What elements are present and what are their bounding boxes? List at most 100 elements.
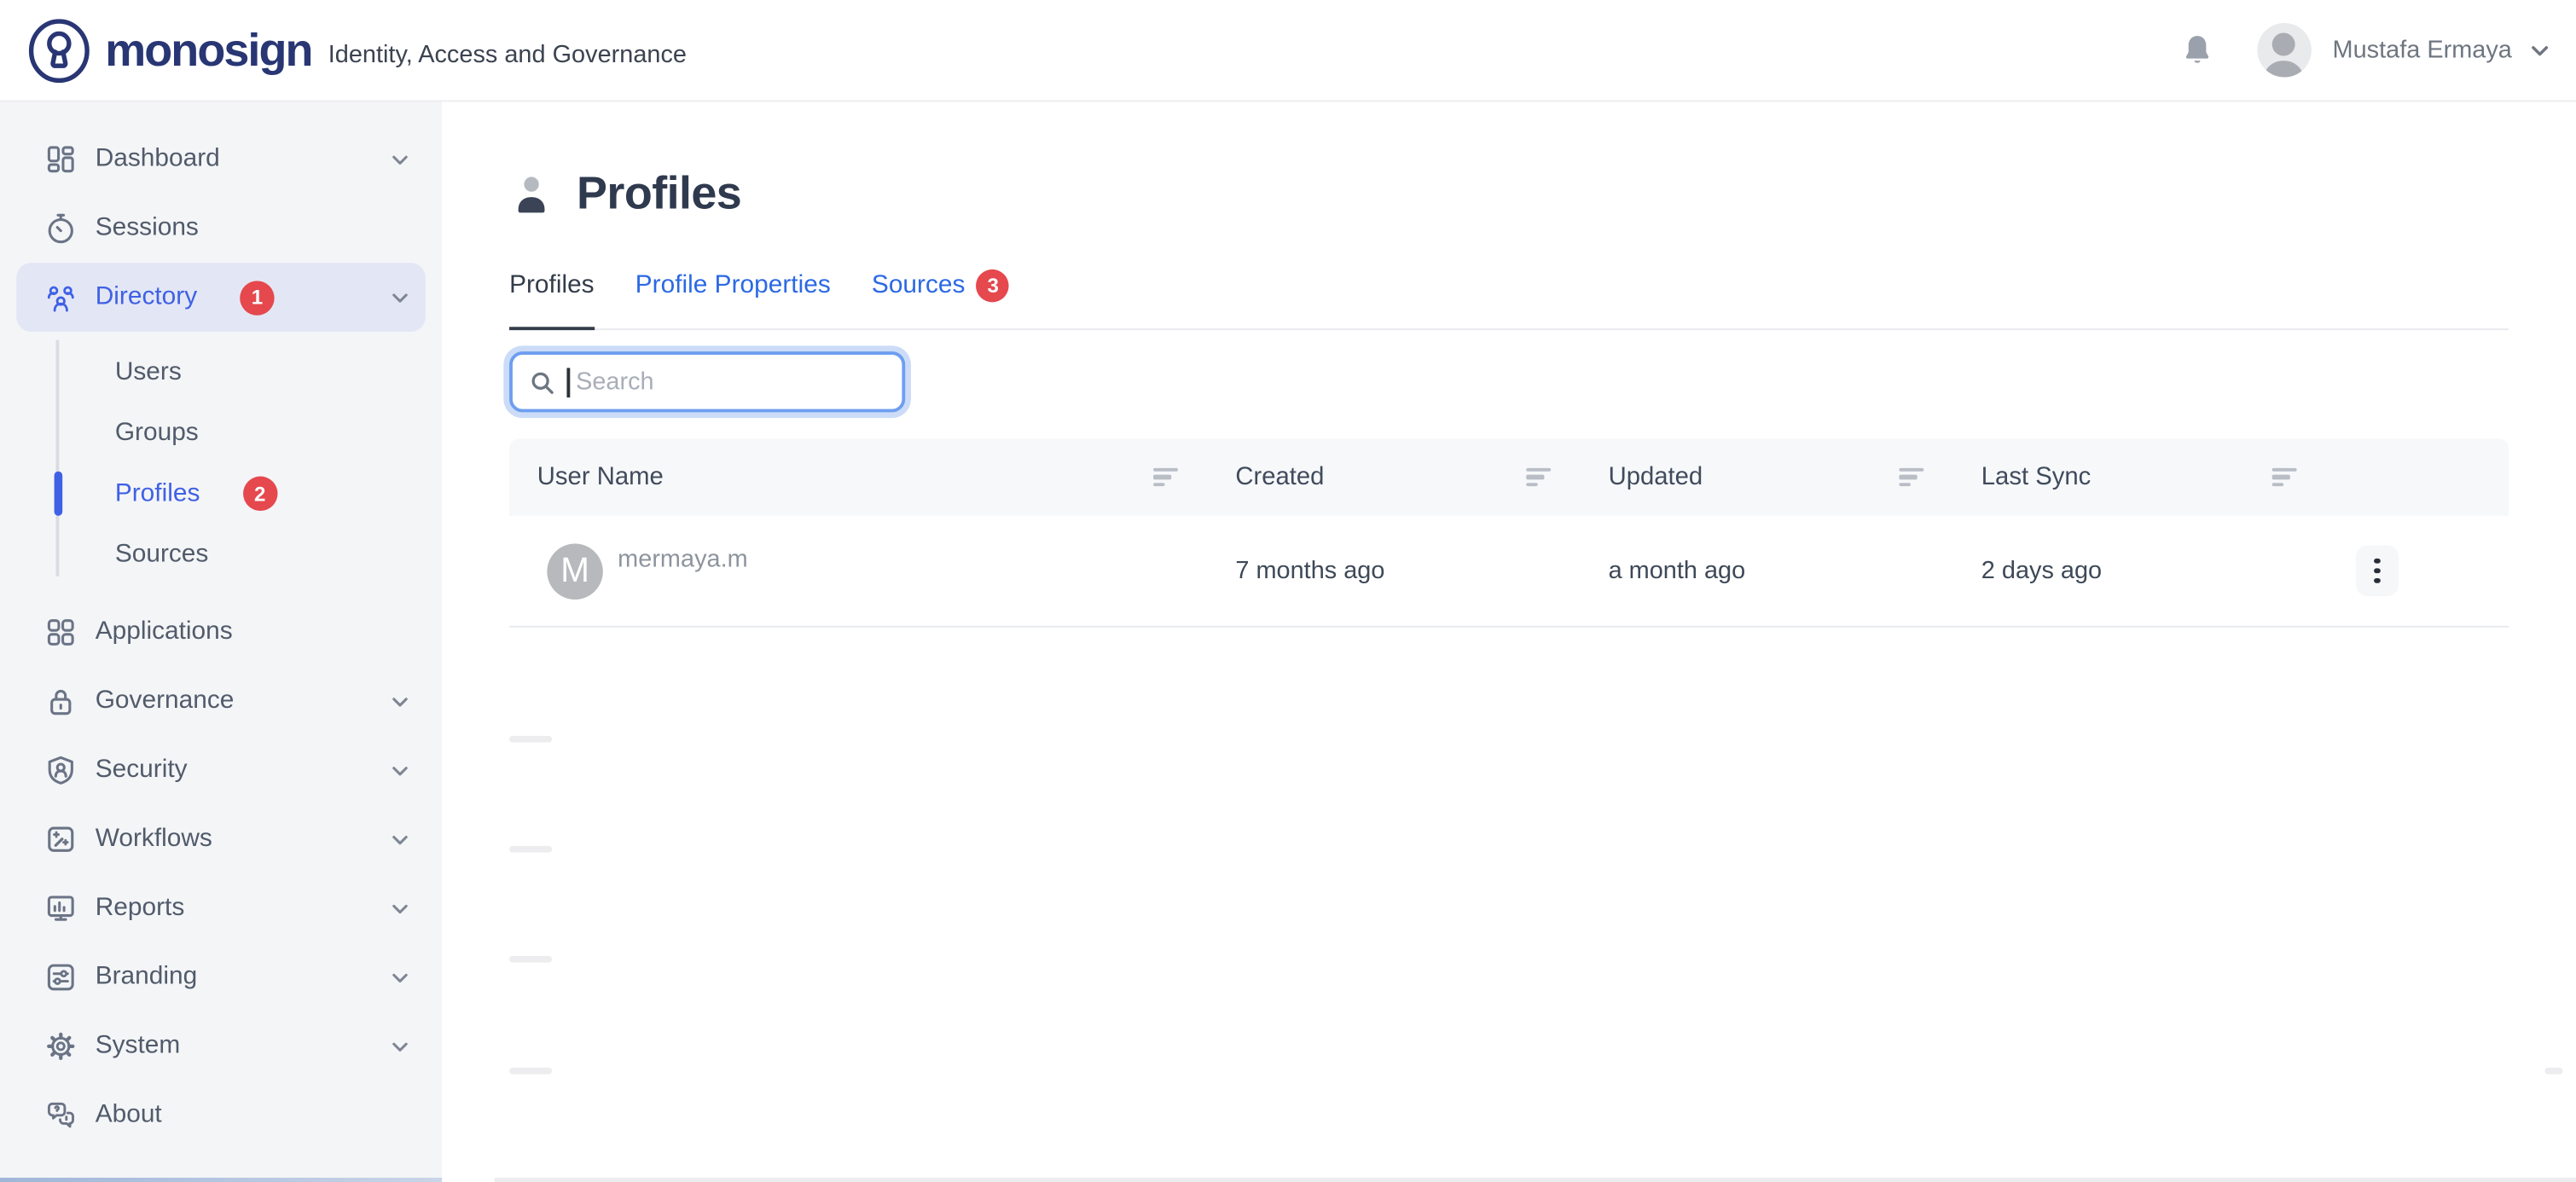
sidebar-item-label: Governance (96, 687, 235, 716)
stopwatch-icon (44, 211, 78, 245)
sidebar-item-profiles[interactable]: Profiles 2 (0, 463, 442, 524)
chevron-down-icon (388, 689, 413, 714)
bell-icon[interactable] (2179, 33, 2213, 67)
sidebar-item-label: Directory (96, 282, 197, 312)
user-avatar[interactable] (2257, 23, 2312, 78)
apps-grid-icon (44, 616, 78, 649)
sidebar-item-groups[interactable]: Groups (0, 403, 442, 463)
sidebar-item-label: About (96, 1100, 162, 1130)
sort-icon[interactable] (1526, 467, 1551, 486)
chevron-down-icon (388, 147, 413, 171)
chevron-down-icon (388, 965, 413, 990)
column-header-updated[interactable]: Updated (1572, 438, 1945, 516)
sidebar-item-label: Sources (115, 540, 209, 570)
sort-icon[interactable] (1153, 467, 1178, 486)
text-caret (566, 367, 569, 397)
sidebar-item-dashboard[interactable]: Dashboard (0, 125, 442, 194)
sort-icon[interactable] (2272, 467, 2297, 486)
created-cell: 7 months ago (1199, 516, 1572, 626)
search-icon (529, 368, 555, 395)
sources-tab-badge: 3 (977, 269, 1010, 303)
sidebar-item-system[interactable]: System (0, 1011, 442, 1081)
last-sync-cell: 2 days ago (1945, 516, 2318, 626)
chat-help-icon (44, 1099, 78, 1133)
skeleton-dash (2544, 1068, 2562, 1074)
sidebar-item-label: Users (115, 357, 182, 387)
dashboard-icon (44, 143, 78, 177)
active-submenu-indicator (54, 472, 62, 516)
sidebar-item-governance[interactable]: Governance (0, 667, 442, 736)
tab-sources[interactable]: Sources 3 (872, 269, 1010, 328)
sidebar-item-sources[interactable]: Sources (0, 524, 442, 584)
sidebar-item-label: Workflows (96, 825, 212, 855)
sidebar-item-workflows[interactable]: Workflows (0, 805, 442, 874)
footer-divider (495, 1178, 2576, 1182)
main-content: Profiles Profiles Profile Properties Sou… (442, 101, 2576, 1182)
tab-profiles[interactable]: Profiles (509, 269, 595, 328)
search-input[interactable] (572, 367, 906, 398)
chevron-down-icon (388, 1034, 413, 1058)
sidebar-item-label: Reports (96, 894, 185, 924)
column-header-username[interactable]: User Name (509, 438, 1199, 516)
username-cell: M mermaya.m (509, 516, 1199, 626)
sidebar-item-label: Security (96, 756, 188, 785)
sidebar: Dashboard Sessions Directory 1 (0, 101, 442, 1182)
sidebar-item-label: Applications (96, 617, 233, 647)
row-actions-menu-button[interactable] (2356, 545, 2399, 596)
sidebar-item-reports[interactable]: Reports (0, 874, 442, 943)
sidebar-item-label: Sessions (96, 213, 199, 243)
sidebar-item-users[interactable]: Users (0, 342, 442, 403)
gear-icon (44, 1030, 78, 1063)
sidebar-item-label: System (96, 1032, 181, 1062)
tab-bar: Profiles Profile Properties Sources 3 (509, 269, 2509, 330)
profiles-table: User Name Created Updated Last Sync (509, 438, 2509, 627)
page-header: Profiles (509, 167, 2576, 220)
sidebar-item-applications[interactable]: Applications (0, 598, 442, 667)
row-avatar: M (547, 543, 602, 599)
page-title: Profiles (577, 167, 741, 220)
skeleton-dash (509, 736, 552, 742)
table-header: User Name Created Updated Last Sync (509, 438, 2509, 516)
avatar-shoulders (2264, 61, 2305, 77)
sort-icon[interactable] (1899, 467, 1923, 486)
skeleton-dash (509, 1068, 552, 1074)
sidebar-item-label: Profiles (115, 478, 200, 508)
chevron-down-icon (388, 758, 413, 783)
updated-cell: a month ago (1572, 516, 1945, 626)
workflow-wand-icon (44, 823, 78, 856)
directory-submenu: Users Groups Profiles 2 Sources (0, 332, 442, 585)
actions-cell (2318, 516, 2509, 626)
sidebar-item-directory[interactable]: Directory 1 (16, 263, 426, 332)
app-window: monosign Identity, Access and Governance… (0, 0, 2576, 1182)
sidebar-item-branding[interactable]: Branding (0, 943, 442, 1012)
sidebar-item-label: Branding (96, 963, 198, 993)
lock-icon (44, 685, 78, 718)
keyhole-icon (26, 17, 92, 83)
column-header-actions (2318, 438, 2509, 516)
brand-logo[interactable]: monosign (26, 17, 312, 83)
sliders-icon (44, 961, 78, 994)
sidebar-item-about[interactable]: About (0, 1081, 442, 1150)
sidebar-item-label: Dashboard (96, 144, 220, 174)
sidebar-item-label: Groups (115, 418, 199, 448)
skeleton-dash (509, 846, 552, 852)
shield-user-icon (44, 754, 78, 787)
chevron-down-icon[interactable] (2527, 37, 2553, 63)
row-username: mermaya.m (618, 545, 748, 573)
column-header-last-sync[interactable]: Last Sync (1945, 438, 2318, 516)
table-row[interactable]: M mermaya.m 7 months ago a month ago 2 d… (509, 516, 2509, 628)
profiles-badge: 2 (242, 477, 276, 511)
topbar: monosign Identity, Access and Governance… (0, 0, 2576, 101)
chevron-down-icon (388, 896, 413, 921)
tab-profile-properties[interactable]: Profile Properties (635, 269, 831, 328)
avatar-head (2272, 33, 2295, 56)
chevron-down-icon (388, 285, 413, 310)
user-menu-name[interactable]: Mustafa Ermaya (2333, 36, 2512, 64)
search-box (509, 351, 905, 412)
sidebar-item-sessions[interactable]: Sessions (0, 194, 442, 263)
column-header-created[interactable]: Created (1199, 438, 1572, 516)
users-group-icon (44, 281, 78, 314)
skeleton-dash (509, 956, 552, 962)
sidebar-item-security[interactable]: Security (0, 736, 442, 805)
directory-badge: 1 (240, 280, 274, 314)
